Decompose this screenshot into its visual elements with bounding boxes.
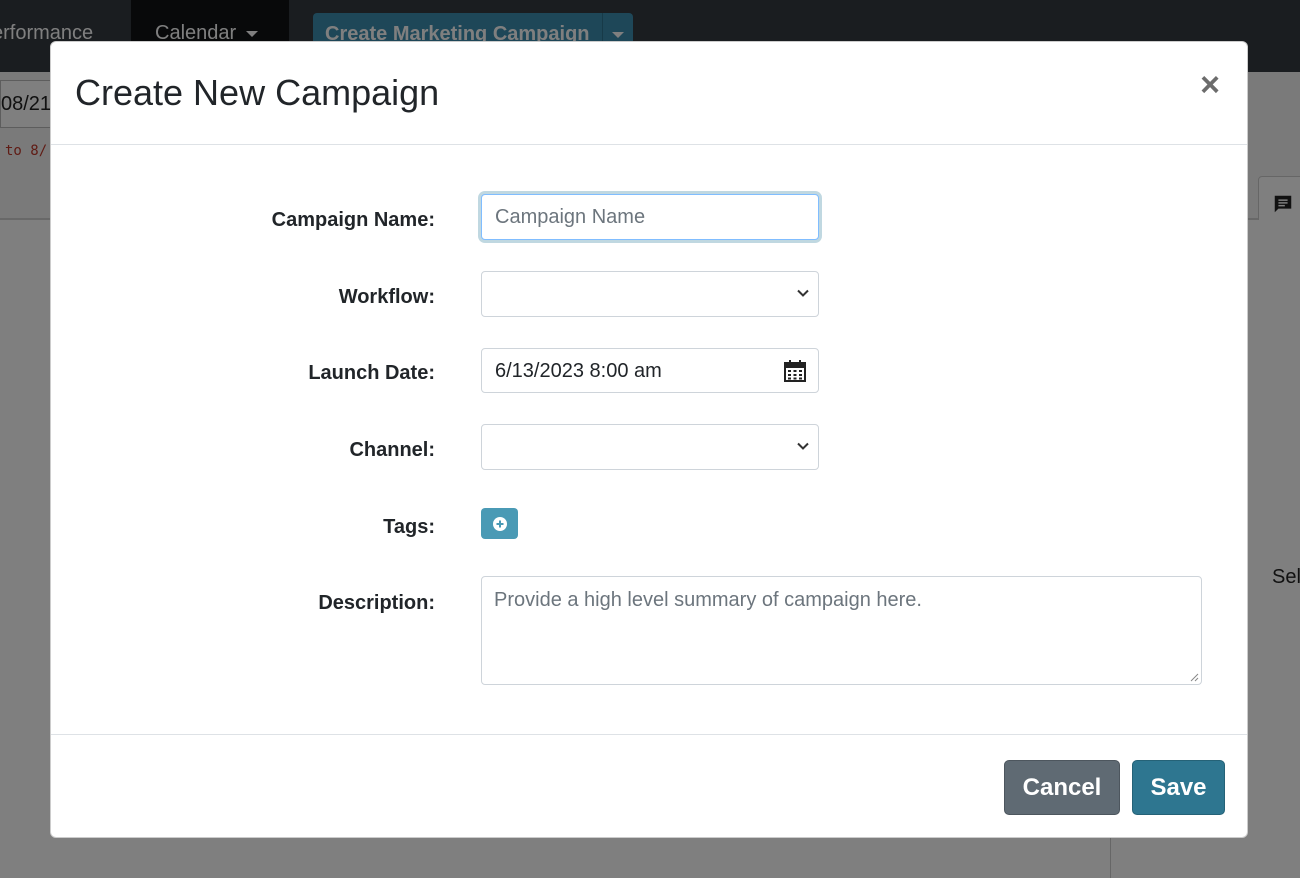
- create-campaign-modal: Create New Campaign × Campaign Name: Cam…: [50, 41, 1248, 838]
- description-label: Description:: [318, 592, 435, 614]
- modal-header: Create New Campaign ×: [51, 42, 1247, 145]
- channel-select[interactable]: [481, 424, 819, 470]
- tags-label: Tags:: [383, 516, 435, 538]
- channel-label: Channel:: [349, 439, 435, 461]
- plus-circle-icon: [492, 516, 507, 531]
- description-textarea[interactable]: Provide a high level summary of campaign…: [481, 576, 1202, 685]
- add-tag-button[interactable]: [481, 508, 518, 539]
- chevron-down-icon: [797, 289, 809, 297]
- resize-grip-icon[interactable]: [1189, 672, 1199, 682]
- workflow-select[interactable]: [481, 271, 819, 317]
- calendar-icon[interactable]: [784, 360, 806, 382]
- campaign-name-placeholder: Campaign Name: [495, 206, 646, 228]
- description-placeholder: Provide a high level summary of campaign…: [494, 589, 922, 611]
- close-button[interactable]: ×: [1195, 68, 1225, 102]
- launch-date-input[interactable]: 6/13/2023 8:00 am: [481, 348, 819, 393]
- modal-footer: Cancel Save: [51, 734, 1247, 837]
- launch-date-value: 6/13/2023 8:00 am: [495, 360, 662, 382]
- close-icon: ×: [1200, 66, 1220, 104]
- campaign-name-input[interactable]: Campaign Name: [481, 194, 819, 240]
- modal-title: Create New Campaign: [75, 72, 440, 113]
- launch-date-label: Launch Date:: [308, 362, 435, 384]
- save-button[interactable]: Save: [1132, 760, 1225, 815]
- chevron-down-icon: [797, 442, 809, 450]
- workflow-label: Workflow:: [338, 286, 435, 308]
- campaign-name-label: Campaign Name:: [271, 209, 435, 231]
- cancel-button[interactable]: Cancel: [1004, 760, 1120, 815]
